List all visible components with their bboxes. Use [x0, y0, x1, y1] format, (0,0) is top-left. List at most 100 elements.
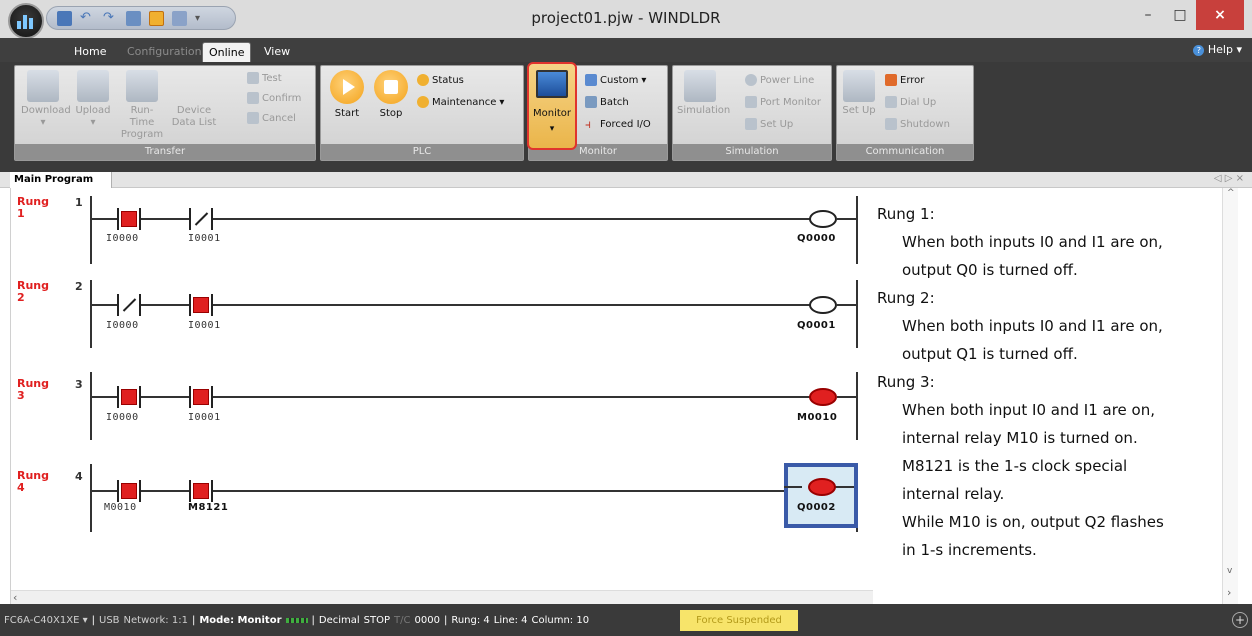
ladder-diagram[interactable]: Rung 1 1 I0000 I0001 Q0000 Rung 2 2 I0000 …	[11, 188, 873, 604]
vertical-scrollbar[interactable]: ^ v ›	[1222, 188, 1238, 604]
tab-online[interactable]: Online	[202, 42, 252, 62]
scan-count: 0000	[414, 614, 440, 626]
monitor-dropdown-icon[interactable]: ▾	[529, 124, 575, 134]
rung-wire-end	[834, 486, 854, 488]
scroll-up-icon[interactable]: ^	[1227, 188, 1235, 198]
batch-button[interactable]: Batch	[585, 96, 629, 108]
contact-no-on[interactable]	[189, 386, 213, 408]
contact-no-on[interactable]	[117, 480, 141, 502]
plc-caption: PLC	[321, 144, 523, 160]
mode-status: Mode: Monitor	[199, 614, 282, 626]
comm-setup-label: Set Up	[842, 105, 876, 116]
communication-group: Set Up Error Dial Up Shutdown Communicat…	[836, 65, 974, 161]
close-button[interactable]: ×	[1196, 0, 1244, 30]
coil-label: Q0002	[797, 502, 836, 513]
right-power-rail	[856, 280, 858, 348]
internal-relay-coil-on[interactable]	[809, 388, 837, 406]
output-coil-on[interactable]	[808, 478, 836, 496]
download-icon	[27, 70, 59, 102]
explanation-text: Rung 1: When both inputs I0 and I1 are o…	[877, 200, 1223, 564]
tab-home[interactable]: Home	[68, 42, 112, 62]
maximize-button[interactable]: □	[1164, 0, 1196, 30]
note-heading: Rung 2:	[877, 289, 935, 307]
maintenance-label: Maintenance	[432, 96, 497, 108]
status-button[interactable]: Status	[417, 74, 464, 86]
ladder-editor: Rung 1 1 I0000 I0001 Q0000 Rung 2 2 I0000 …	[10, 188, 1242, 604]
test-button[interactable]: Test	[247, 72, 282, 84]
tc-status: T/C	[394, 614, 411, 626]
note-line: When both input I0 and I1 are on,	[902, 401, 1155, 419]
tab-main-program[interactable]: Main Program	[10, 172, 113, 188]
scroll-down-icon[interactable]: v	[1227, 566, 1232, 576]
scroll-right-icon[interactable]: ›	[1227, 586, 1231, 599]
shutdown-label: Shutdown	[900, 118, 950, 130]
sim-setup-button[interactable]: Set Up	[745, 118, 793, 130]
dial-up-button[interactable]: Dial Up	[885, 96, 936, 108]
start-button[interactable]: Start	[327, 70, 367, 120]
column-position: Column: 10	[531, 614, 590, 626]
stop-button[interactable]: Stop	[371, 70, 411, 120]
tab-configuration[interactable]: Configuration	[121, 42, 208, 62]
custom-icon	[585, 74, 597, 86]
start-label: Start	[334, 108, 360, 119]
document-tab-bar: Main Program ◁ ▷ ×	[0, 172, 1252, 188]
forced-io-button[interactable]: ⫞ Forced I/O	[585, 118, 651, 130]
error-icon	[885, 74, 897, 86]
monitor-label: Monitor	[532, 108, 571, 119]
selected-cell[interactable]: Q0002	[784, 463, 858, 528]
note-heading: Rung 1:	[877, 205, 935, 223]
rung-number: 3	[17, 389, 25, 402]
monitor-button[interactable]: Monitor ▾	[527, 62, 577, 150]
tab-view[interactable]: View	[258, 42, 296, 62]
batch-icon	[585, 96, 597, 108]
sim-setup-label: Set Up	[760, 118, 794, 130]
scroll-left-icon[interactable]: ‹	[13, 591, 17, 604]
rung-wire-end	[837, 304, 857, 306]
runtime-program-button[interactable]: Run-Time Program	[119, 70, 165, 141]
zoom-in-icon[interactable]: +	[1232, 612, 1248, 628]
contact-label: M8121	[188, 502, 229, 513]
custom-button[interactable]: Custom ▾	[585, 74, 646, 86]
contact-no-on[interactable]	[189, 294, 213, 316]
contact-nc[interactable]	[189, 208, 213, 230]
rung-wire	[784, 486, 802, 488]
connection-type: USB	[99, 614, 120, 626]
runtime-program-icon	[126, 70, 158, 102]
power-line-button[interactable]: Power Line	[745, 74, 814, 86]
document-tab-controls[interactable]: ◁ ▷ ×	[1214, 173, 1244, 184]
comm-setup-button[interactable]: Set Up	[841, 70, 877, 117]
title-bar: ↶ ↷ ▾ project01.pjw - WINDLDR – □ ×	[0, 0, 1252, 39]
confirm-button[interactable]: Confirm	[247, 92, 301, 104]
output-coil-off[interactable]	[809, 296, 837, 314]
shutdown-button[interactable]: Shutdown	[885, 118, 950, 130]
contact-no-on[interactable]	[117, 208, 141, 230]
port-monitor-button[interactable]: Port Monitor	[745, 96, 821, 108]
download-button[interactable]: Download ▾	[21, 70, 71, 129]
rung-position: Rung: 4	[451, 614, 490, 626]
maintenance-button[interactable]: Maintenance ▾	[417, 96, 504, 108]
ribbon-tab-row: Home Configuration Online View ? Help ▾	[0, 38, 1252, 62]
plc-type-select[interactable]: FC6A-C40X1XE ▾	[4, 615, 88, 626]
setup-icon	[745, 118, 757, 130]
upload-button[interactable]: Upload ▾	[73, 70, 113, 129]
contact-no-on[interactable]	[117, 386, 141, 408]
error-button[interactable]: Error	[885, 74, 924, 86]
stop-label: Stop	[379, 108, 403, 119]
help-button[interactable]: ? Help ▾	[1193, 43, 1242, 56]
horizontal-scrollbar[interactable]: ‹	[11, 590, 873, 604]
upload-label: Upload	[75, 105, 111, 116]
rung-label: Rung 3	[17, 378, 49, 402]
contact-no-on[interactable]	[189, 480, 213, 502]
minimize-button[interactable]: –	[1132, 0, 1164, 30]
contact-label: I0000	[106, 412, 139, 423]
device-data-list-button[interactable]: Device Data List	[171, 70, 217, 129]
confirm-label: Confirm	[262, 92, 302, 104]
rung-index: 2	[75, 280, 83, 293]
note-line: While M10 is on, output Q2 flashes	[902, 513, 1164, 531]
output-coil-off[interactable]	[809, 210, 837, 228]
contact-nc[interactable]	[117, 294, 141, 316]
cancel-button[interactable]: Cancel	[247, 112, 296, 124]
simulation-button[interactable]: Simulation	[677, 70, 730, 117]
note-line: M8121 is the 1-s clock special	[902, 457, 1128, 475]
contact-label: I0001	[188, 412, 221, 423]
